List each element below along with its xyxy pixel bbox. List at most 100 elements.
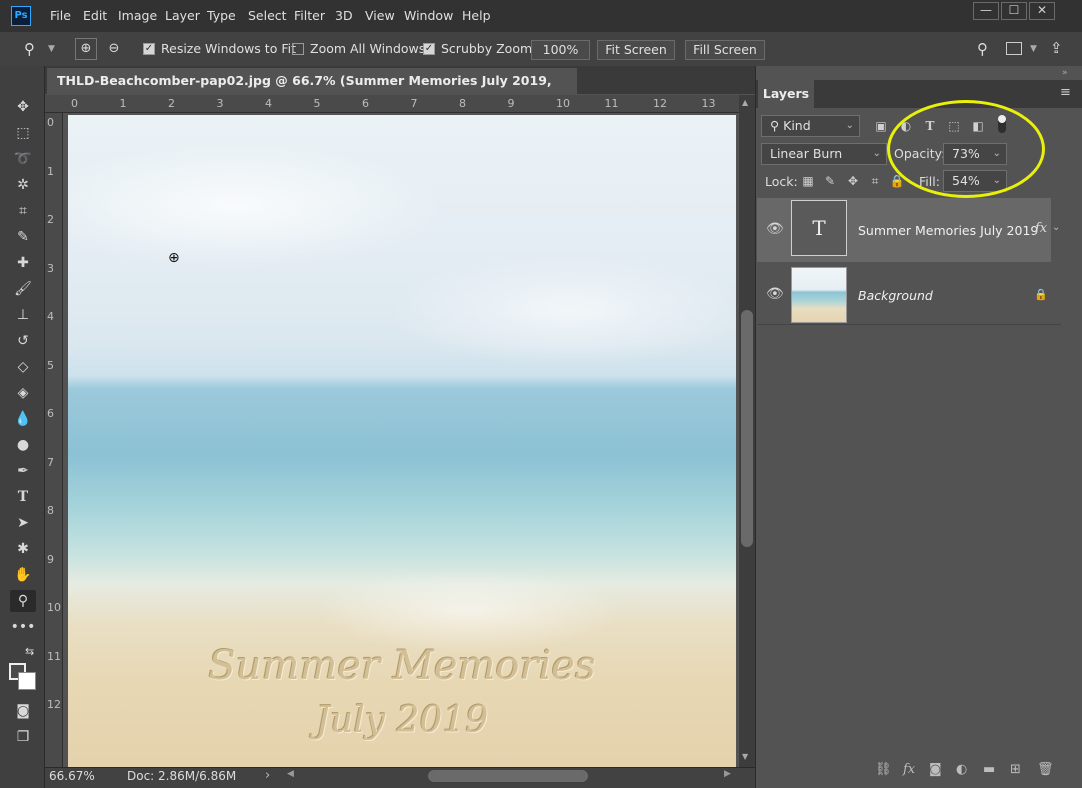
- scrubby-zoom-label: Scrubby Zoom: [441, 41, 533, 56]
- screen-mode-icon[interactable]: ❐: [10, 726, 36, 748]
- layer-name-summer-memories[interactable]: Summer Memories July 2019: [858, 223, 1038, 238]
- more-tools-icon[interactable]: •••: [10, 616, 36, 638]
- ruler-top-label: 7: [410, 97, 418, 110]
- healing-brush-icon[interactable]: ✚: [10, 252, 36, 274]
- menu-3d[interactable]: 3D: [335, 8, 353, 23]
- path-selection-icon[interactable]: ➤: [10, 512, 36, 534]
- crop-tool-icon[interactable]: ⌗: [10, 200, 36, 222]
- ruler-left-label: 6: [47, 407, 54, 420]
- layer-name-background[interactable]: Background: [858, 288, 933, 303]
- lock-transparent-icon[interactable]: ▦: [800, 173, 816, 189]
- resize-windows-label: Resize Windows to Fit: [161, 41, 296, 56]
- background-color-swatch[interactable]: [18, 672, 36, 690]
- ruler-left-label: 0: [47, 116, 54, 129]
- fit-screen-button[interactable]: Fit Screen: [597, 40, 675, 60]
- clone-stamp-icon[interactable]: ⊥: [10, 304, 36, 326]
- zoom-in-icon[interactable]: ⊕: [75, 38, 97, 60]
- eraser-tool-icon[interactable]: ◇: [10, 356, 36, 378]
- scroll-left-icon[interactable]: ◀: [287, 769, 294, 779]
- ruler-top-label: 0: [71, 97, 78, 110]
- filter-kind-value: Kind: [783, 118, 811, 133]
- blur-tool-icon[interactable]: 💧: [10, 408, 36, 430]
- status-zoom[interactable]: 66.67%: [49, 769, 95, 783]
- horizontal-scroll-thumb[interactable]: [428, 770, 588, 782]
- eyedropper-icon[interactable]: ✎: [10, 226, 36, 248]
- lock-position-icon[interactable]: ✥: [845, 173, 861, 189]
- zoom-all-windows-checkbox[interactable]: [292, 43, 304, 55]
- dodge-tool-icon[interactable]: ●: [10, 434, 36, 456]
- chevron-down-icon: ⌄: [872, 148, 881, 159]
- marquee-tool-icon[interactable]: ⬚: [10, 122, 36, 144]
- shape-tool-icon[interactable]: ✱: [10, 538, 36, 560]
- document-tab[interactable]: THLD-Beachcomber-pap02.jpg @ 66.7% (Summ…: [47, 68, 577, 114]
- menu-window[interactable]: Window: [404, 8, 453, 23]
- delete-layer-icon[interactable]: 🗑: [1037, 762, 1054, 777]
- brush-tool-icon[interactable]: 🖌: [10, 278, 36, 300]
- menu-type[interactable]: Type: [207, 8, 236, 23]
- fill-screen-button[interactable]: Fill Screen: [685, 40, 765, 60]
- share-icon[interactable]: ⇪: [1050, 39, 1063, 57]
- swap-colors-icon[interactable]: ⇆: [25, 645, 34, 658]
- menu-layer[interactable]: Layer: [165, 8, 200, 23]
- search-icon[interactable]: ⚲: [977, 40, 988, 58]
- link-layers-icon[interactable]: ⛓: [875, 762, 892, 777]
- resize-windows-checkbox[interactable]: ✓: [143, 43, 155, 55]
- tab-layers[interactable]: Layers: [758, 80, 814, 108]
- status-menu-arrow[interactable]: ›: [265, 768, 270, 783]
- maximize-button[interactable]: ☐: [1001, 2, 1027, 20]
- adjustment-layer-icon[interactable]: ◐: [956, 762, 967, 777]
- layer-effects-icon[interactable]: fx: [1035, 221, 1047, 236]
- new-group-icon[interactable]: ▬: [983, 762, 995, 777]
- zoom-100-button[interactable]: 100%: [531, 40, 590, 60]
- workspace-icon[interactable]: [1006, 42, 1022, 55]
- paint-bucket-icon[interactable]: ◈: [10, 382, 36, 404]
- canvas-text-summer-memories: Summer Memories: [208, 643, 596, 689]
- new-layer-icon[interactable]: ⊞: [1010, 762, 1021, 777]
- menu-filter[interactable]: Filter: [294, 8, 325, 23]
- workspace-chevron-icon[interactable]: ▼: [1030, 44, 1037, 54]
- quick-mask-icon[interactable]: ◙: [10, 700, 36, 722]
- pen-tool-icon[interactable]: ✒: [10, 460, 36, 482]
- menu-edit[interactable]: Edit: [83, 8, 107, 23]
- scroll-right-icon[interactable]: ▶: [724, 769, 731, 779]
- lasso-tool-icon[interactable]: ➰: [10, 148, 36, 170]
- ruler-left-label: 7: [47, 455, 54, 469]
- menu-file[interactable]: File: [50, 8, 71, 23]
- ruler-top-label: 2: [168, 97, 175, 110]
- close-window-button[interactable]: ✕: [1029, 2, 1055, 20]
- zoom-out-icon[interactable]: ⊖: [104, 39, 124, 59]
- filter-kind-dropdown[interactable]: ⚲ Kind ⌄: [761, 115, 860, 137]
- add-mask-icon[interactable]: ◙: [929, 762, 942, 777]
- horizontal-ruler: [45, 95, 739, 113]
- type-tool-icon[interactable]: T: [10, 486, 36, 508]
- visibility-eye-icon[interactable]: 👁: [766, 221, 784, 237]
- scroll-up-icon[interactable]: ▲: [742, 98, 748, 107]
- collapse-panel-icon[interactable]: »: [1062, 68, 1068, 78]
- hand-tool-icon[interactable]: ✋: [10, 564, 36, 586]
- blend-mode-dropdown[interactable]: Linear Burn ⌄: [761, 143, 887, 165]
- zoom-tool-preset-icon[interactable]: ⚲: [24, 40, 35, 58]
- zoom-tool-icon[interactable]: ⚲: [10, 590, 36, 612]
- menu-view[interactable]: View: [365, 8, 395, 23]
- menu-image[interactable]: Image: [118, 8, 157, 23]
- lock-pixels-icon[interactable]: ✎: [822, 173, 838, 189]
- menu-select[interactable]: Select: [248, 8, 287, 23]
- add-style-icon[interactable]: fx: [903, 762, 915, 777]
- ruler-top-label: 1: [119, 97, 127, 110]
- zoom-cursor-icon: ⊕: [168, 250, 180, 266]
- expand-effects-icon[interactable]: ⌄: [1052, 222, 1060, 233]
- menu-help[interactable]: Help: [462, 8, 491, 23]
- filter-pixel-icon[interactable]: ▣: [873, 118, 889, 134]
- scroll-down-icon[interactable]: ▼: [742, 752, 748, 761]
- history-brush-icon[interactable]: ↺: [10, 330, 36, 352]
- panel-menu-icon[interactable]: ≡: [1060, 85, 1071, 100]
- chevron-down-icon[interactable]: ▼: [48, 44, 55, 54]
- magic-wand-icon[interactable]: ✲: [10, 174, 36, 196]
- scrubby-zoom-checkbox[interactable]: ✓: [423, 43, 435, 55]
- move-tool-icon[interactable]: ✥: [10, 96, 36, 118]
- document-canvas[interactable]: Summer Memories July 2019: [68, 115, 736, 767]
- lock-artboard-icon[interactable]: ⌗: [867, 173, 883, 189]
- visibility-eye-icon[interactable]: 👁: [766, 286, 784, 302]
- minimize-button[interactable]: —: [973, 2, 999, 20]
- vertical-scroll-thumb[interactable]: [741, 310, 753, 547]
